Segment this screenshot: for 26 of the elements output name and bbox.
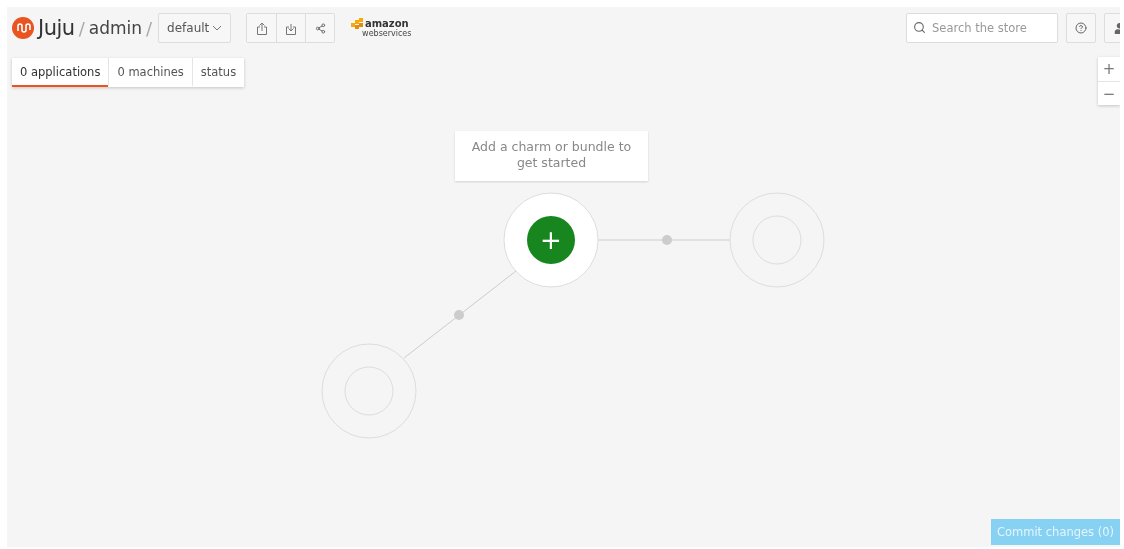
cubes-icon — [350, 18, 364, 30]
zoom-out-button[interactable]: − — [1098, 81, 1120, 105]
hint-tooltip: Add a charm or bundle to get started — [455, 131, 648, 181]
zoom-in-button[interactable]: + — [1098, 57, 1120, 81]
user-name[interactable]: admin — [88, 18, 142, 38]
view-tab[interactable]: status — [191, 58, 245, 87]
search-field[interactable]: Search the store — [906, 13, 1058, 43]
path-separator: / — [146, 17, 153, 39]
cloud-logo-text: amazon — [364, 19, 409, 29]
path-separator: / — [78, 17, 85, 39]
view-tab[interactable]: 0 applications — [12, 58, 109, 87]
view-tab[interactable]: 0 machines — [108, 58, 192, 87]
connector-dot — [454, 310, 464, 320]
juju-logo-icon — [12, 17, 34, 39]
model-dropdown[interactable]: default — [158, 13, 232, 43]
chevron-icon — [212, 25, 223, 31]
cloud-logo-subtext: webservices — [362, 30, 412, 38]
share-button[interactable] — [305, 14, 335, 42]
search-icon — [913, 21, 926, 34]
download-icon — [285, 21, 298, 35]
share-icon — [314, 22, 326, 34]
connector-dot — [662, 235, 672, 245]
help-icon — [1075, 22, 1087, 34]
help-button[interactable] — [1066, 13, 1096, 43]
app-name: Juju — [38, 16, 75, 40]
upload-icon — [255, 21, 268, 35]
